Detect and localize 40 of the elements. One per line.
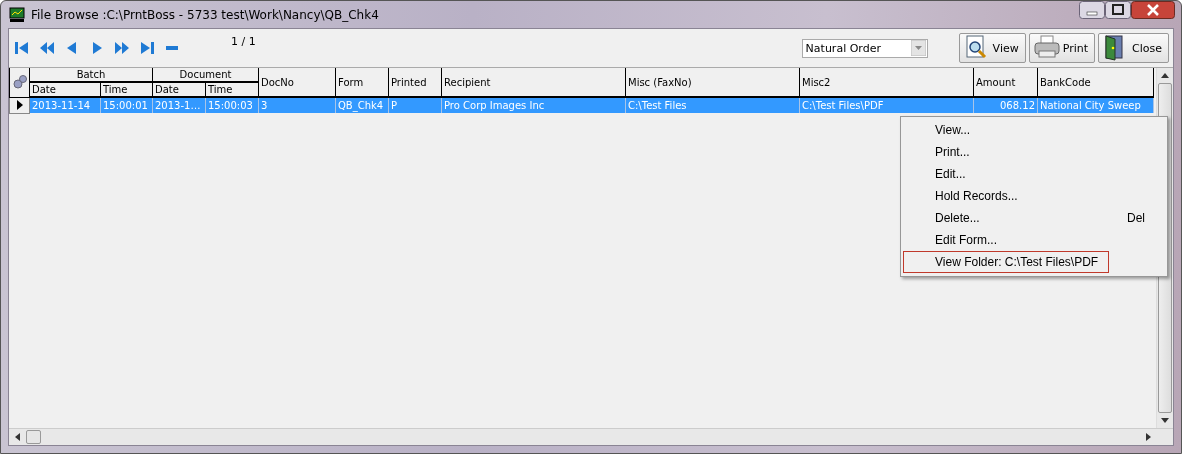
scroll-right-icon xyxy=(1146,433,1151,441)
close-button[interactable]: Close xyxy=(1098,33,1169,63)
column-header[interactable]: BankCode xyxy=(1037,68,1154,97)
last-icon[interactable] xyxy=(138,39,156,57)
horizontal-scrollbar[interactable] xyxy=(9,429,1173,445)
sort-order-dropdown[interactable]: Natural Order xyxy=(801,38,928,58)
app-icon xyxy=(9,6,25,23)
menu-item[interactable]: Print... xyxy=(903,141,1165,163)
column-group-header: Document xyxy=(152,68,259,82)
column-header[interactable]: Recipient xyxy=(441,68,626,97)
column-header[interactable]: Amount xyxy=(973,68,1038,97)
column-header[interactable]: DocNo xyxy=(258,68,336,97)
window-title: File Browse :C:\PrntBoss - 5733 test\Work\Nancy\QB_Chk4 xyxy=(31,7,379,22)
menu-item[interactable]: Edit Form... xyxy=(903,229,1165,251)
menu-item[interactable]: Delete... Del xyxy=(903,207,1165,229)
maximize-icon[interactable] xyxy=(1105,1,1131,19)
menu-item[interactable]: View... xyxy=(903,119,1165,141)
column-header[interactable]: Misc2 xyxy=(799,68,974,97)
column-header[interactable]: Form xyxy=(335,68,389,97)
column-group-header: Batch xyxy=(29,68,153,82)
page-counter: 1 / 1 xyxy=(231,35,256,48)
printer-icon xyxy=(1033,35,1060,61)
view-button[interactable]: View xyxy=(958,33,1026,63)
column-header[interactable]: Printed xyxy=(388,68,442,97)
fast-forward-icon[interactable] xyxy=(113,39,131,57)
menu-item[interactable]: Hold Records... xyxy=(903,185,1165,207)
scroll-thumb[interactable] xyxy=(26,430,41,444)
scroll-down-icon xyxy=(1161,418,1169,423)
dropdown-arrow-icon xyxy=(910,40,926,56)
scroll-up-icon xyxy=(1161,73,1169,78)
menu-item[interactable]: View Folder: C:\Test Files\PDF xyxy=(903,251,1109,273)
row-pointer-icon xyxy=(15,100,24,110)
column-header[interactable]: Misc (FaxNo) xyxy=(625,68,800,97)
menu-item[interactable]: Edit... xyxy=(903,163,1165,185)
fast-back-icon[interactable] xyxy=(38,39,56,57)
print-button[interactable]: Print xyxy=(1028,33,1096,63)
close-icon[interactable] xyxy=(1131,1,1175,19)
minimize-icon[interactable] xyxy=(1079,1,1105,19)
scroll-left-icon xyxy=(15,433,20,441)
first-icon[interactable] xyxy=(13,39,31,57)
